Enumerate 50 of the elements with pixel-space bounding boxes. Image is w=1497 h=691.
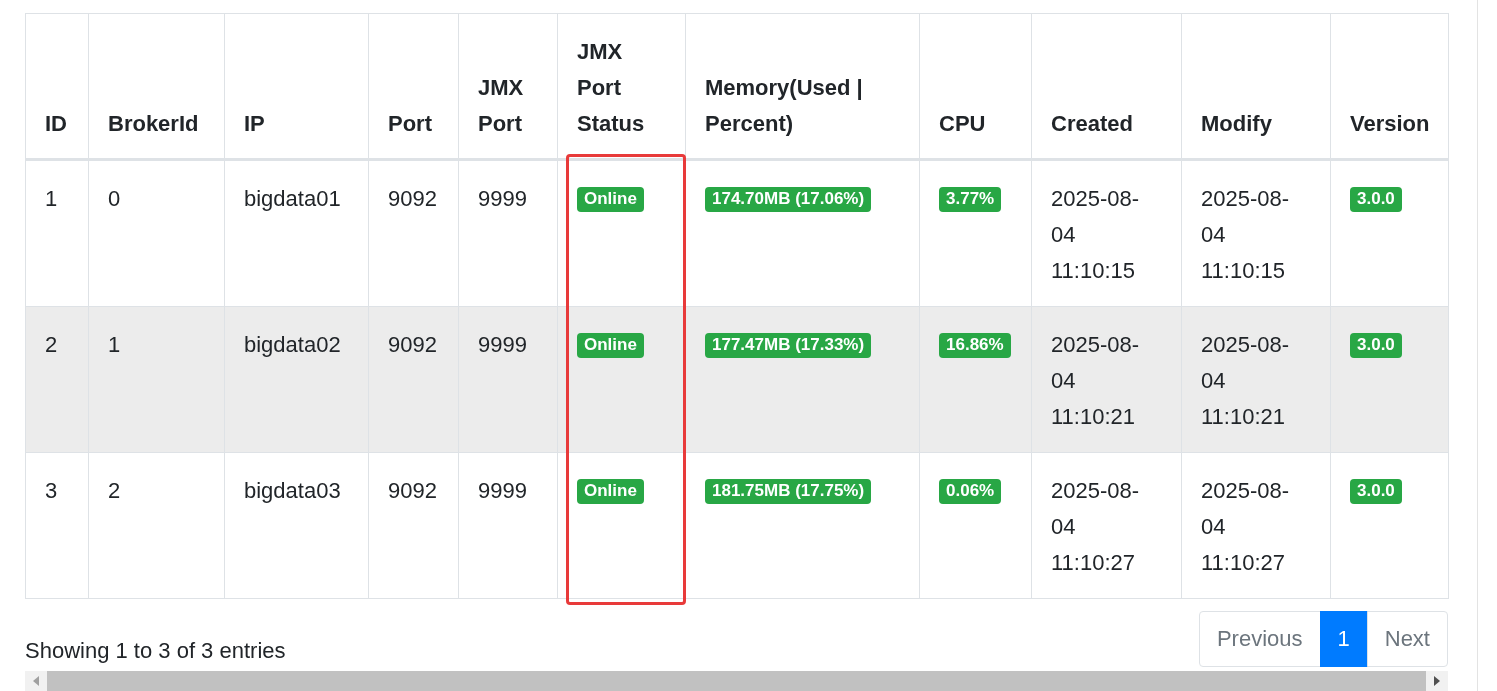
status-badge: 16.86% bbox=[939, 333, 1011, 358]
column-header: BrokerId bbox=[88, 13, 225, 160]
column-header: ID bbox=[25, 13, 89, 160]
table-cell: 2025-08-04 11:10:21 bbox=[1181, 306, 1331, 453]
table-cell: 2 bbox=[88, 452, 225, 599]
table-cell: 2025-08-04 11:10:27 bbox=[1181, 452, 1331, 599]
table-cell: 0 bbox=[88, 159, 225, 307]
table-cell: 9999 bbox=[458, 452, 558, 599]
status-badge: Online bbox=[577, 187, 644, 212]
table-cell: 9999 bbox=[458, 306, 558, 453]
status-badge: 3.77% bbox=[939, 187, 1002, 212]
column-header: Version bbox=[1330, 13, 1449, 160]
table-cell: bigdata02 bbox=[224, 306, 369, 453]
status-badge: Online bbox=[577, 333, 644, 358]
table-cell: 2025-08-04 11:10:21 bbox=[1031, 306, 1182, 453]
table-cell: 2025-08-04 11:10:15 bbox=[1181, 159, 1331, 307]
table-cell: bigdata01 bbox=[224, 159, 369, 307]
scroll-right-icon[interactable] bbox=[1432, 676, 1440, 686]
status-badge: 174.70MB (17.06%) bbox=[705, 187, 872, 212]
status-badge: 3.0.0 bbox=[1350, 333, 1402, 358]
column-header: Memory(Used | Percent) bbox=[685, 13, 920, 160]
pagination-link[interactable]: Previous bbox=[1198, 611, 1321, 667]
column-header: JMX Port bbox=[458, 13, 558, 160]
column-header: IP bbox=[224, 13, 369, 160]
status-badge: Online bbox=[577, 479, 644, 504]
status-badge: 0.06% bbox=[939, 479, 1002, 504]
column-header: Modify bbox=[1181, 13, 1331, 160]
column-header: JMX Port Status bbox=[557, 13, 686, 160]
table-cell: 2 bbox=[25, 306, 89, 453]
scroll-left-icon[interactable] bbox=[33, 676, 41, 686]
status-badge: 3.0.0 bbox=[1350, 479, 1402, 504]
table-cell: 2025-08-04 11:10:27 bbox=[1031, 452, 1182, 599]
table-cell: 3 bbox=[25, 452, 89, 599]
column-header: Created bbox=[1031, 13, 1182, 160]
table-cell: 1 bbox=[25, 159, 89, 307]
pagination-link[interactable]: 1 bbox=[1319, 611, 1368, 667]
table-cell: bigdata03 bbox=[224, 452, 369, 599]
table-cell: 2025-08-04 11:10:15 bbox=[1031, 159, 1182, 307]
status-badge: 181.75MB (17.75%) bbox=[705, 479, 872, 504]
table-cell: 9092 bbox=[368, 306, 459, 453]
entries-info: Showing 1 to 3 of 3 entries bbox=[25, 637, 286, 665]
column-header: Port bbox=[368, 13, 459, 160]
table-cell: 9999 bbox=[458, 159, 558, 307]
status-badge: 177.47MB (17.33%) bbox=[705, 333, 872, 358]
pagination-link[interactable]: Next bbox=[1366, 611, 1448, 667]
table-cell: 9092 bbox=[368, 159, 459, 307]
table-cell: 1 bbox=[88, 306, 225, 453]
status-badge: 3.0.0 bbox=[1350, 187, 1402, 212]
table-cell: 9092 bbox=[368, 452, 459, 599]
column-header: CPU bbox=[919, 13, 1032, 160]
